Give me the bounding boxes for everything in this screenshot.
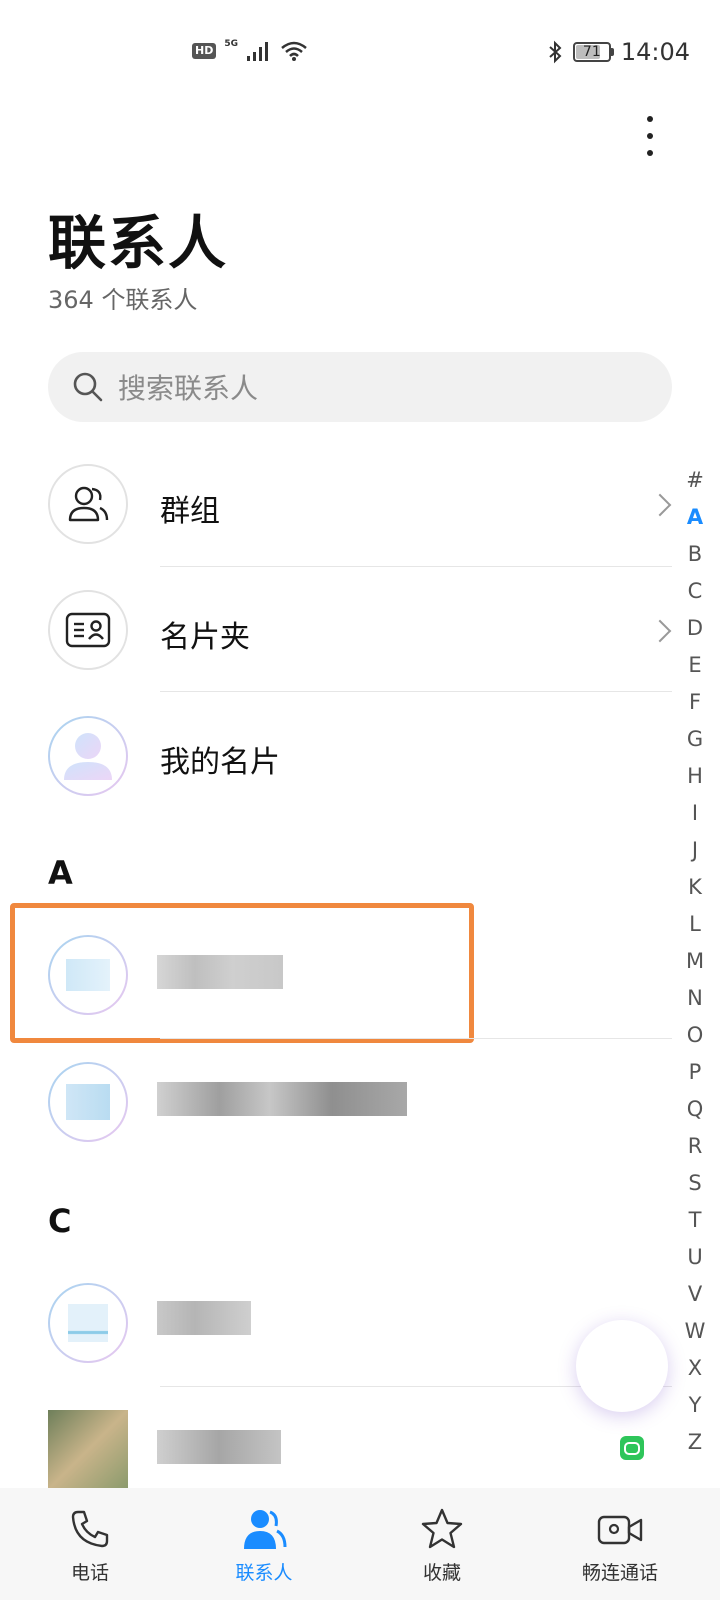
index-letter[interactable]: L	[680, 906, 710, 943]
section-header-c: C	[48, 1202, 72, 1240]
signal-icon	[247, 42, 268, 61]
business-cards-row[interactable]: 名片夹	[0, 566, 672, 694]
plus-icon	[602, 1346, 642, 1386]
index-letter[interactable]: U	[680, 1239, 710, 1276]
nav-phone[interactable]: 电话	[0, 1488, 180, 1600]
index-letter[interactable]: #	[680, 462, 710, 499]
nav-video-call-label: 畅连通话	[581, 1562, 658, 1584]
groups-label: 群组	[160, 494, 220, 529]
profile-avatar-icon	[48, 716, 128, 796]
index-letter[interactable]: M	[680, 943, 710, 980]
contact-row[interactable]	[0, 1258, 672, 1386]
search-icon	[73, 372, 103, 402]
more-options-icon[interactable]	[638, 112, 662, 160]
index-letter[interactable]: K	[680, 869, 710, 906]
contact-row[interactable]	[0, 1038, 672, 1166]
chevron-right-icon	[648, 619, 672, 643]
group-icon	[48, 464, 128, 544]
bottom-nav: 电话 联系人 收藏 畅连通话	[0, 1488, 720, 1600]
index-letter[interactable]: T	[680, 1202, 710, 1239]
nav-contacts-label: 联系人	[235, 1562, 293, 1584]
nav-phone-label: 电话	[70, 1562, 109, 1584]
contact-avatar	[48, 1283, 128, 1363]
contact-count: 364 个联系人	[48, 286, 198, 314]
index-letter[interactable]: J	[680, 832, 710, 869]
index-letter[interactable]: Z	[680, 1424, 710, 1461]
index-letter[interactable]: F	[680, 684, 710, 721]
index-letter[interactable]: E	[680, 647, 710, 684]
status-bar: HD 5G 71 14:04	[0, 0, 720, 100]
search-bar[interactable]: 搜索联系人	[48, 352, 672, 422]
business-card-icon	[48, 590, 128, 670]
index-letter[interactable]: N	[680, 980, 710, 1017]
index-letter[interactable]: Y	[680, 1387, 710, 1424]
contact-name-redacted	[157, 1301, 251, 1335]
index-letter[interactable]: D	[680, 610, 710, 647]
add-contact-button[interactable]	[576, 1320, 668, 1412]
contact-avatar	[48, 1410, 128, 1490]
index-letter[interactable]: A	[680, 499, 710, 536]
my-card-label: 我的名片	[160, 745, 280, 780]
phone-icon	[66, 1506, 114, 1552]
index-letter[interactable]: I	[680, 795, 710, 832]
nav-favorites[interactable]: 收藏	[352, 1488, 532, 1600]
index-letter[interactable]: X	[680, 1350, 710, 1387]
index-letter[interactable]: B	[680, 536, 710, 573]
contact-avatar	[48, 1062, 128, 1142]
page-title: 联系人	[48, 209, 229, 277]
alphabet-index[interactable]: # A B C D E F G H I J K L M N O P Q R S T U V W X Y Z	[680, 462, 710, 1461]
index-letter[interactable]: H	[680, 758, 710, 795]
index-letter[interactable]: C	[680, 573, 710, 610]
section-header-a: A	[48, 854, 73, 892]
nav-contacts[interactable]: 联系人	[174, 1488, 354, 1600]
business-cards-label: 名片夹	[160, 620, 250, 655]
video-call-icon	[596, 1506, 644, 1552]
status-right: 71 14:04	[547, 38, 690, 66]
wifi-icon	[281, 41, 307, 61]
status-left: HD 5G	[192, 39, 308, 62]
my-card-row[interactable]: 我的名片	[0, 691, 672, 819]
chevron-right-icon	[648, 493, 672, 517]
index-letter[interactable]: W	[680, 1313, 710, 1350]
hd-badge: HD	[192, 43, 217, 59]
index-letter[interactable]: G	[680, 721, 710, 758]
highlight-box	[10, 903, 474, 1043]
message-app-icon[interactable]	[620, 1436, 644, 1460]
nav-favorites-label: 收藏	[422, 1562, 461, 1584]
index-letter[interactable]: V	[680, 1276, 710, 1313]
index-letter[interactable]: P	[680, 1054, 710, 1091]
search-placeholder: 搜索联系人	[118, 372, 259, 405]
nav-video-call[interactable]: 畅连通话	[530, 1488, 710, 1600]
contacts-icon	[240, 1506, 288, 1552]
index-letter[interactable]: S	[680, 1165, 710, 1202]
network-type: 5G	[224, 39, 238, 49]
bluetooth-icon	[549, 40, 562, 64]
battery-icon: 71	[572, 42, 614, 62]
contact-name-redacted	[157, 1430, 281, 1464]
index-letter[interactable]: O	[680, 1017, 710, 1054]
clock: 14:04	[620, 38, 690, 66]
contact-name-redacted	[157, 1082, 407, 1116]
star-icon	[418, 1506, 466, 1552]
groups-row[interactable]: 群组	[0, 440, 672, 568]
battery-level: 71	[582, 44, 601, 60]
index-letter[interactable]: Q	[680, 1091, 710, 1128]
index-letter[interactable]: R	[680, 1128, 710, 1165]
